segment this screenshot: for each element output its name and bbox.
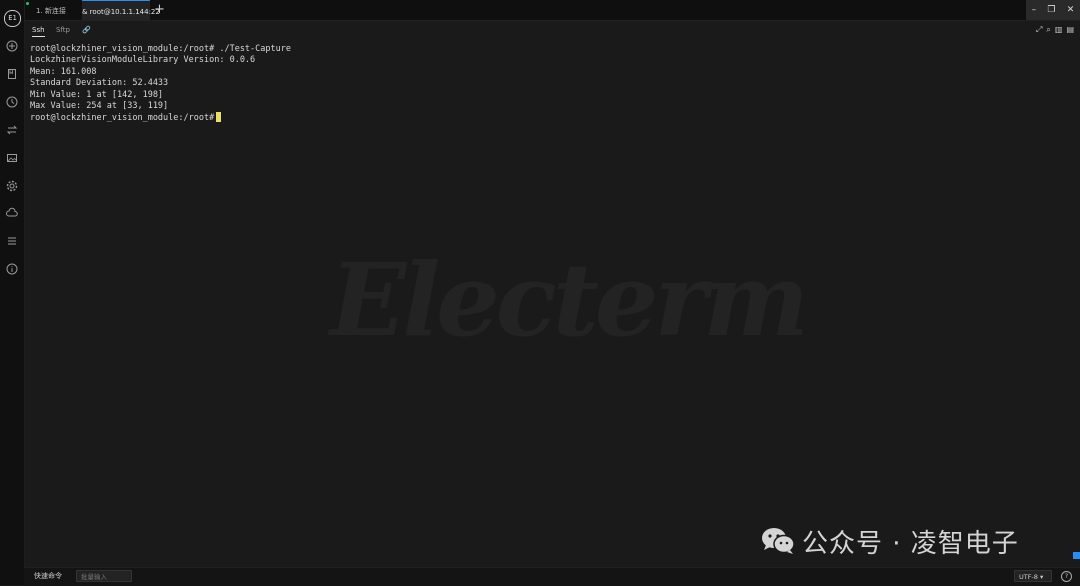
fullscreen-icon[interactable]: ⤢	[1036, 25, 1042, 35]
settings-icon[interactable]	[6, 180, 18, 192]
window-controls: – ❐ ✕	[1026, 0, 1080, 20]
tab-sftp[interactable]: Sftp	[56, 26, 70, 34]
cloud-sync-icon[interactable]	[6, 207, 18, 219]
tab-new-connection[interactable]: 1. 新连接	[36, 0, 80, 20]
tab-bar: 1. 新连接 & root@10.1.1.144:22 + – ❐ ✕	[0, 0, 1080, 21]
tab-ssh-session[interactable]: & root@10.1.1.144:22	[82, 0, 160, 21]
search-icon[interactable]: ⌕	[1046, 25, 1050, 35]
terminal-prompt: root@lockzhiner_vision_module:/root#	[30, 113, 215, 124]
terminal-line: Standard Deviation: 52.4433	[30, 78, 169, 89]
terminal-line: LockzhinerVisionModuleLibrary Version: 0…	[30, 55, 256, 66]
electerm-watermark: Electerm	[330, 241, 809, 359]
bookmark-icon[interactable]	[6, 68, 18, 80]
restore-icon[interactable]: ❐	[1047, 5, 1055, 15]
scroll-indicator	[1073, 552, 1080, 559]
close-icon[interactable]: ✕	[1067, 5, 1075, 15]
bottom-bar: 快速命令 批量输入 UTF-8 ▾ ?	[24, 567, 1080, 586]
transfer-icon[interactable]	[6, 124, 18, 136]
wechat-watermark: 公众号 · 凌智电子	[760, 524, 1019, 559]
status-dot	[26, 2, 29, 5]
add-tab-button[interactable]: +	[154, 1, 165, 19]
terminal-line: Min Value: 1 at [142, 198]	[30, 89, 164, 100]
wechat-icon	[760, 526, 796, 556]
app-logo[interactable]: E1	[4, 10, 21, 27]
list-icon[interactable]	[6, 235, 18, 247]
link-icon[interactable]: 🔗	[82, 26, 91, 34]
help-icon[interactable]: ?	[1061, 571, 1072, 582]
split-horizontal-icon[interactable]: ▤	[1066, 25, 1074, 35]
quick-command-label: 快速命令	[34, 572, 62, 580]
terminal-prompt-line: root@lockzhiner_vision_module:/root#	[30, 112, 1070, 124]
terminal-output[interactable]: root@lockzhiner_vision_module:/root# ./T…	[30, 44, 1070, 125]
terminal-cursor	[216, 112, 222, 123]
history-icon[interactable]	[6, 96, 18, 108]
image-icon[interactable]	[6, 152, 18, 164]
terminal-toolbar: ⤢ ⌕ ▥ ▤	[1036, 25, 1074, 35]
info-icon[interactable]	[6, 263, 18, 275]
quick-command-input[interactable]: 批量输入	[76, 570, 132, 582]
tab-label: & root@10.1.1.144:22	[82, 8, 160, 16]
terminal-line: Mean: 161.008	[30, 66, 97, 77]
encoding-select[interactable]: UTF-8 ▾	[1014, 570, 1052, 582]
sidebar: E1	[0, 0, 25, 585]
add-icon[interactable]	[6, 40, 18, 52]
tab-label: 1. 新连接	[36, 7, 66, 15]
terminal-line: root@lockzhiner_vision_module:/root# ./T…	[30, 44, 291, 54]
minimize-icon[interactable]: –	[1032, 5, 1037, 15]
split-vertical-icon[interactable]: ▥	[1055, 25, 1063, 35]
wechat-account-name: 公众号 · 凌智电子	[802, 528, 1019, 559]
tab-ssh[interactable]: Ssh	[32, 26, 45, 37]
terminal-line: Max Value: 254 at [33, 119]	[30, 101, 169, 112]
